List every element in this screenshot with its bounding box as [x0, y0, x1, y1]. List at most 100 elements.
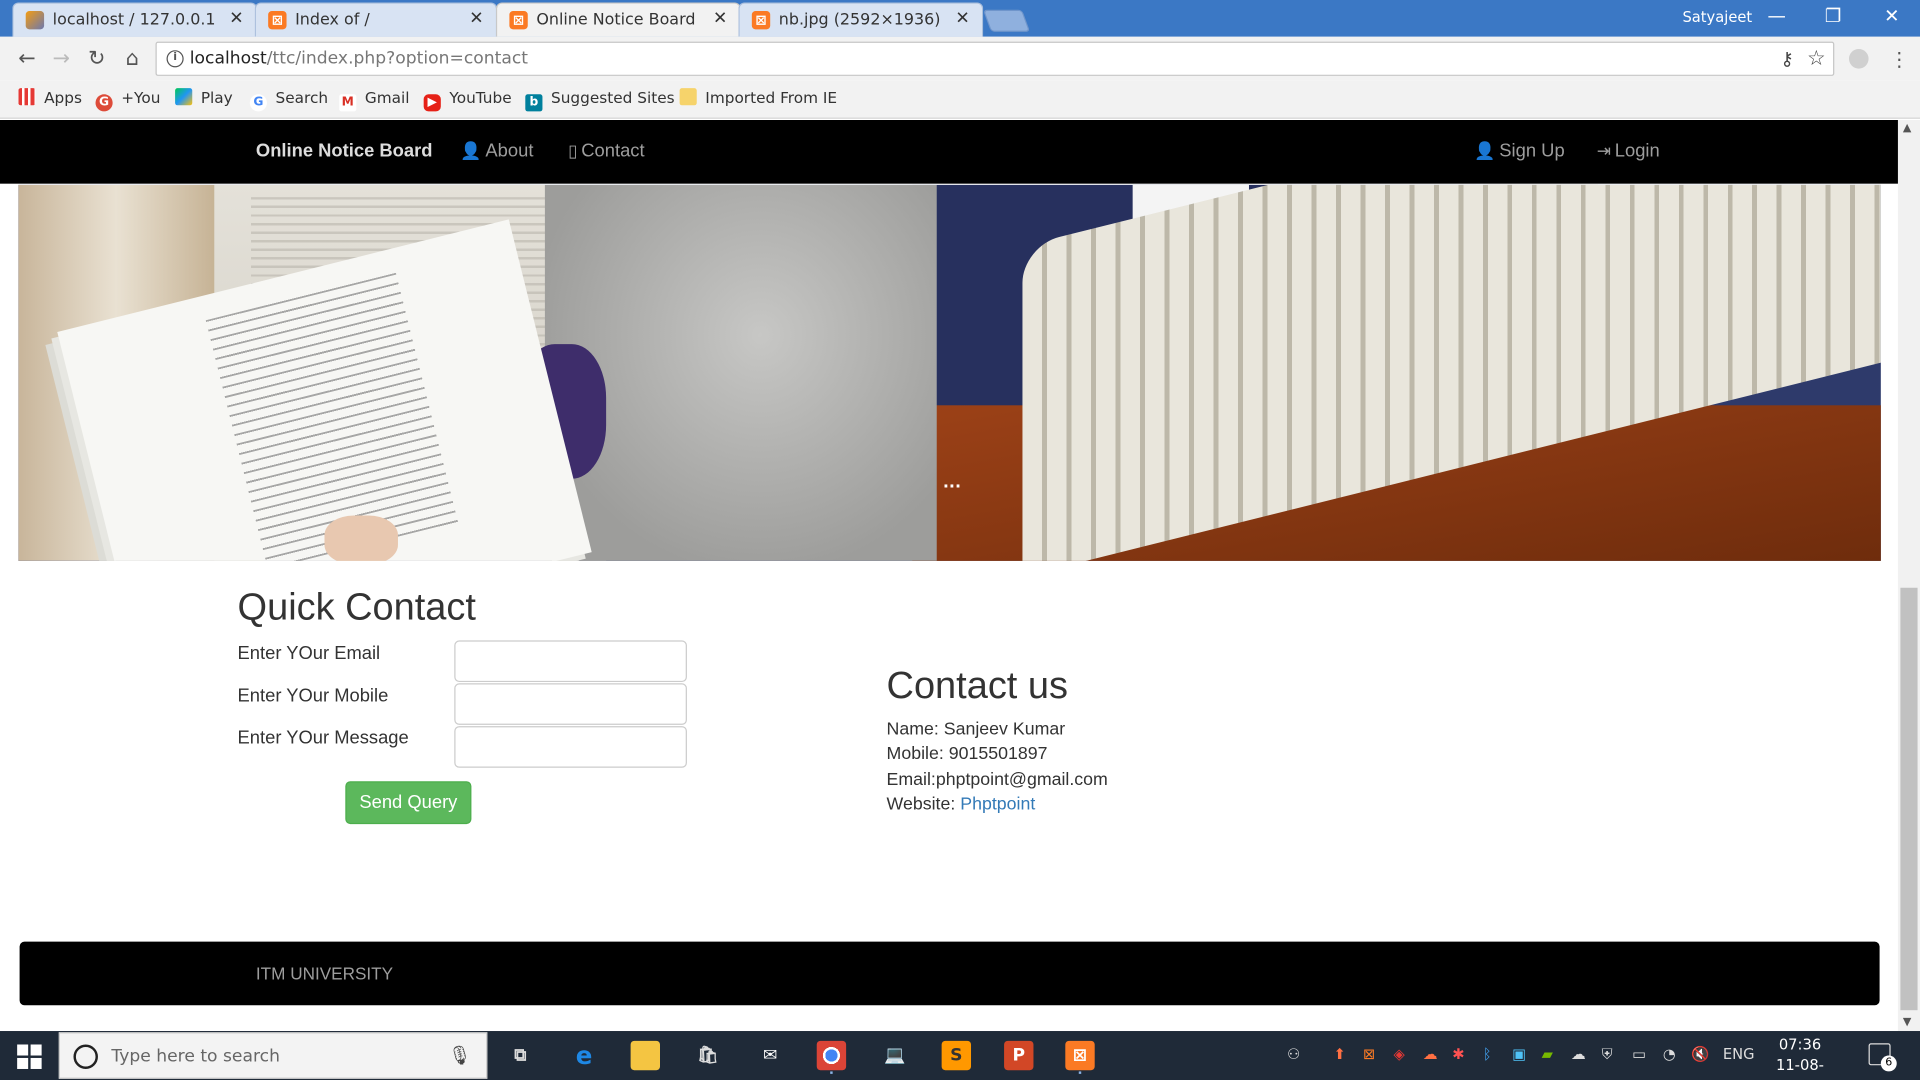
back-arrow-icon[interactable]: ← — [13, 45, 40, 72]
folder-icon — [679, 88, 697, 106]
contact-email: Email:phptpoint@gmail.com — [886, 770, 1108, 790]
bookmark-suggested-sites[interactable]: b Suggested Sites — [525, 88, 675, 112]
brand-link[interactable]: Online Notice Board — [256, 141, 433, 162]
close-icon[interactable]: ✕ — [229, 9, 243, 29]
site-footer: ITM UNIVERSITY — [19, 941, 1880, 1006]
close-window-icon[interactable]: ✕ — [1873, 5, 1910, 27]
bookmark-youtube[interactable]: ▶ YouTube — [423, 88, 512, 112]
web-page: Online Notice Board 👤 About ▯ Contact 👤 Sig… — [0, 120, 1898, 1032]
snowflake-icon[interactable]: ✱ — [1452, 1046, 1464, 1063]
nav-login[interactable]: ⇥ Login — [1597, 141, 1660, 162]
bing-icon: b — [525, 94, 543, 112]
email-field[interactable] — [454, 640, 687, 683]
upload-icon[interactable]: ⬆ — [1333, 1046, 1345, 1063]
mobile-field[interactable] — [454, 683, 687, 725]
extension-icon[interactable] — [1848, 48, 1869, 69]
home-icon[interactable]: ⌂ — [119, 45, 146, 72]
profile-name[interactable]: Satyajeet — [1682, 9, 1752, 26]
carousel-indicator[interactable]: ... — [943, 474, 961, 492]
tab-online-notice-board[interactable]: ⊠ Online Notice Board ✕ — [495, 2, 741, 37]
mcafee-icon[interactable]: ◈ — [1393, 1046, 1404, 1063]
apps-grid-icon — [18, 88, 36, 106]
quick-contact-heading: Quick Contact — [237, 585, 476, 629]
sublime-text-icon[interactable]: S — [941, 1040, 972, 1071]
xampp-icon: ⊠ — [751, 11, 771, 30]
nav-contact[interactable]: ▯ Contact — [568, 141, 644, 162]
user-icon: 👤 — [1474, 140, 1496, 161]
bookmark-gmail[interactable]: M Gmail — [339, 88, 410, 112]
windows-start-icon[interactable] — [17, 1044, 42, 1069]
bookmark-search[interactable]: G Search — [249, 88, 328, 112]
info-icon[interactable]: i — [166, 50, 184, 68]
forward-arrow-icon[interactable]: → — [48, 45, 75, 72]
address-bar[interactable]: i localhost/ttc/index.php?option=contact… — [155, 41, 1835, 76]
bluetooth-icon[interactable]: ᛒ — [1483, 1046, 1492, 1063]
battery-icon[interactable]: ▭ — [1632, 1046, 1646, 1063]
microphone-icon[interactable]: 🎙 — [448, 1044, 471, 1066]
language-indicator[interactable]: ENG — [1723, 1046, 1755, 1063]
onedrive-icon[interactable]: ☁ — [1571, 1046, 1586, 1063]
cortana-icon[interactable] — [73, 1044, 98, 1069]
chrome-icon[interactable] — [816, 1040, 847, 1071]
tab-nb-jpg[interactable]: ⊠ nb.jpg (2592×1936) ✕ — [738, 2, 984, 37]
page-scrollbar[interactable]: ▲ ▼ — [1897, 120, 1920, 1032]
network-app-icon[interactable]: ▣ — [1512, 1046, 1526, 1063]
star-icon[interactable]: ☆ — [1807, 47, 1826, 71]
nvidia-icon[interactable]: ▰ — [1542, 1046, 1553, 1063]
tab-index-of[interactable]: ⊠ Index of / ✕ — [254, 2, 498, 37]
reload-icon[interactable]: ↻ — [83, 45, 110, 72]
task-view-icon[interactable]: ⧉ — [506, 1041, 535, 1070]
browser-tab-strip: localhost / 127.0.0.1 | php ✕ ⊠ Index of… — [0, 0, 1920, 37]
bookmark-imported-from-ie[interactable]: Imported From IE — [679, 88, 837, 110]
close-icon[interactable]: ✕ — [469, 9, 483, 29]
nav-about[interactable]: 👤 About — [460, 141, 533, 162]
url-text[interactable]: localhost/ttc/index.php?option=contact — [190, 49, 528, 69]
close-icon[interactable]: ✕ — [713, 9, 727, 29]
new-tab-button[interactable] — [982, 9, 1031, 32]
menu-icon[interactable]: ⋮ — [1889, 48, 1909, 71]
xampp-tray-icon[interactable]: ⊠ — [1363, 1046, 1375, 1063]
scroll-down-icon[interactable]: ▼ — [1903, 1016, 1911, 1028]
contact-website: Website: Phptpoint — [886, 794, 1036, 815]
wifi-icon[interactable]: ◔ — [1663, 1046, 1676, 1063]
key-icon[interactable]: ⚷ — [1780, 48, 1793, 70]
google-plus-icon: G — [95, 94, 113, 112]
store-icon[interactable]: 🛍 — [693, 1041, 722, 1070]
xampp-icon: ⊠ — [509, 11, 528, 30]
cloud-tray-icon[interactable]: ☁ — [1423, 1046, 1438, 1063]
bookmark-play[interactable]: Play — [175, 88, 233, 110]
tab-title: localhost / 127.0.0.1 | php — [52, 11, 218, 30]
taskbar-clock[interactable]: 07:36 11-08-2018 — [1766, 1035, 1835, 1080]
taskbar-search-input[interactable]: Type here to search 🎙 — [58, 1032, 488, 1079]
bookmark-google-plus[interactable]: G +You — [95, 88, 160, 112]
computer-icon[interactable]: 💻 — [880, 1041, 909, 1070]
people-icon[interactable]: ⚇ — [1287, 1046, 1300, 1063]
email-label: Enter YOur Email — [237, 642, 381, 664]
edge-icon[interactable]: e — [569, 1041, 598, 1070]
close-icon[interactable]: ✕ — [955, 9, 969, 29]
maximize-icon[interactable]: ❐ — [1815, 5, 1852, 27]
message-field[interactable] — [454, 726, 687, 768]
site-navbar: Online Notice Board 👤 About ▯ Contact 👤 Sig… — [0, 120, 1898, 184]
message-label: Enter YOur Message — [237, 727, 409, 749]
mobile-label: Enter YOur Mobile — [237, 685, 389, 707]
security-icon[interactable]: ⛨ — [1602, 1046, 1613, 1064]
browser-toolbar: ← → ↻ ⌂ i localhost/ttc/index.php?option… — [0, 36, 1920, 81]
minimize-icon[interactable]: — — [1758, 5, 1795, 27]
scroll-thumb[interactable] — [1900, 587, 1918, 1011]
mail-icon[interactable]: ✉ — [756, 1041, 785, 1070]
nav-sign-up[interactable]: 👤 Sign Up — [1474, 141, 1564, 162]
contact-mobile: Mobile: 9015501897 — [886, 744, 1048, 765]
tab-phpmyadmin[interactable]: localhost / 127.0.0.1 | php ✕ — [12, 2, 258, 37]
notification-icon[interactable]: 6 — [1868, 1043, 1897, 1072]
file-explorer-icon[interactable] — [630, 1040, 661, 1071]
scroll-up-icon[interactable]: ▲ — [1903, 122, 1911, 134]
send-query-button[interactable]: Send Query — [345, 781, 472, 825]
xampp-icon[interactable]: ⊠ — [1065, 1040, 1095, 1071]
xampp-icon: ⊠ — [268, 11, 287, 30]
website-link[interactable]: Phptpoint — [960, 795, 1035, 815]
contact-us-heading: Contact us — [886, 663, 1069, 707]
bookmark-apps[interactable]: Apps — [18, 88, 82, 110]
volume-muted-icon[interactable]: 🔇 — [1691, 1046, 1709, 1063]
powerpoint-icon[interactable]: P — [1004, 1040, 1034, 1071]
